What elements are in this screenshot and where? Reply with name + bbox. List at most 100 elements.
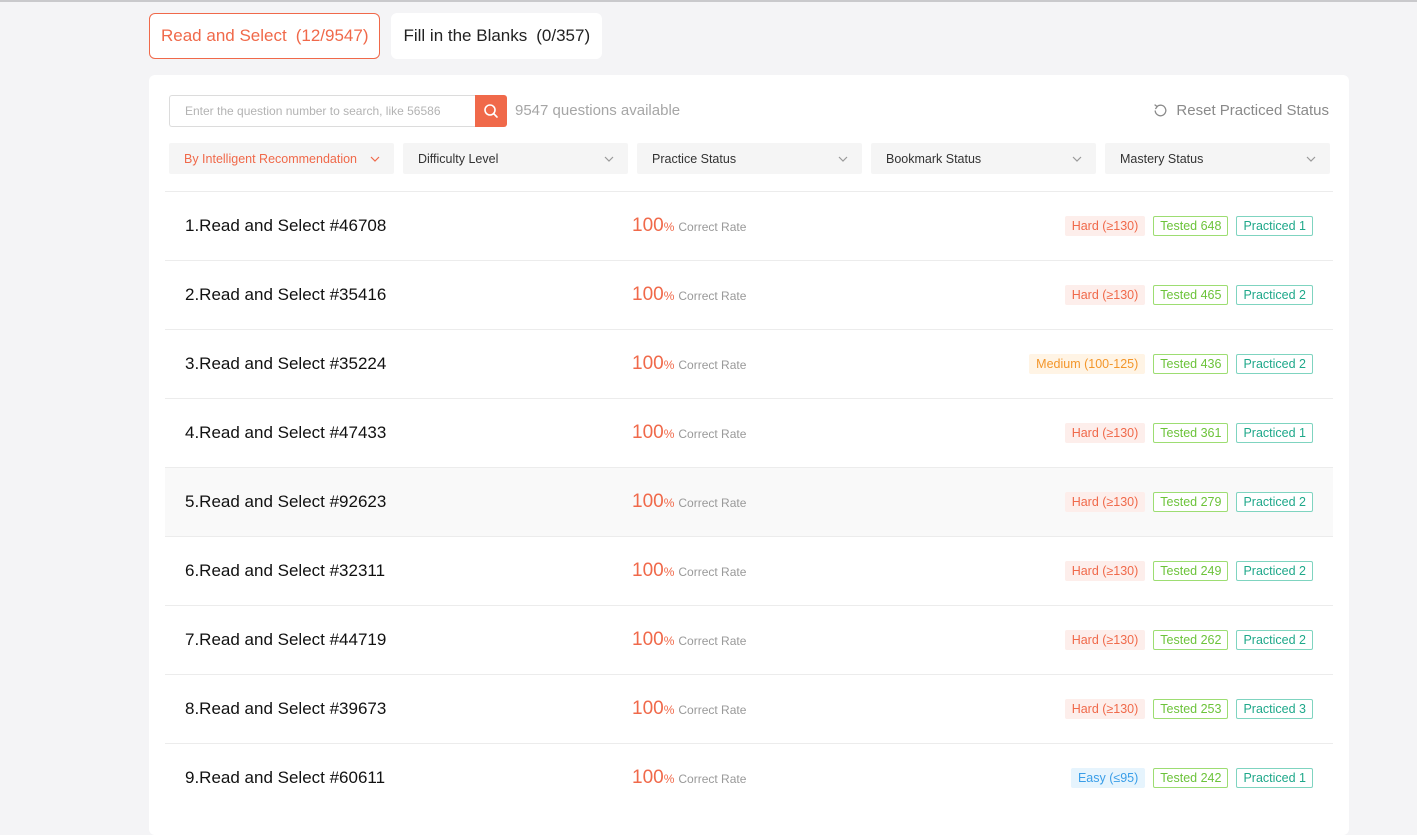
question-tags: Medium (100-125) Tested 436 Practiced 2	[1029, 354, 1313, 374]
correct-rate: 100% Correct Rate	[632, 284, 746, 306]
difficulty-badge: Hard (≥130)	[1064, 699, 1146, 719]
question-row[interactable]: 3.Read and Select #35224 100% Correct Rat…	[165, 329, 1333, 398]
correct-rate: 100% Correct Rate	[632, 422, 746, 444]
rate-label: Correct Rate	[678, 496, 747, 510]
difficulty-badge: Hard (≥130)	[1064, 285, 1146, 305]
difficulty-badge: Medium (100-125)	[1029, 354, 1146, 374]
question-row[interactable]: 4.Read and Select #47433 100% Correct Rat…	[165, 398, 1333, 467]
practiced-badge: Practiced 3	[1236, 699, 1313, 719]
tab-fill-in-the-blanks[interactable]: Fill in the Blanks (0/357)	[391, 13, 603, 59]
rate-label: Correct Rate	[678, 427, 747, 441]
question-row[interactable]: 1.Read and Select #46708 100% Correct Rat…	[165, 191, 1333, 260]
chevron-down-icon	[1306, 156, 1316, 162]
rate-percent: %	[663, 358, 675, 372]
reset-label: Reset Practiced Status	[1176, 102, 1329, 119]
rate-value: 100	[632, 629, 664, 650]
practiced-badge: Practiced 2	[1236, 285, 1313, 305]
question-tags: Hard (≥130) Tested 262 Practiced 2	[1064, 630, 1313, 650]
rate-percent: %	[663, 427, 675, 441]
rate-percent: %	[663, 565, 675, 579]
question-row[interactable]: 6.Read and Select #32311 100% Correct Rat…	[165, 536, 1333, 605]
question-tags: Hard (≥130) Tested 465 Practiced 2	[1064, 285, 1313, 305]
rate-value: 100	[632, 767, 664, 788]
bookmark-status-dropdown[interactable]: Bookmark Status	[871, 143, 1096, 174]
tested-badge: Tested 242	[1153, 768, 1229, 788]
rate-percent: %	[663, 496, 675, 510]
rate-percent: %	[663, 703, 675, 717]
dropdown-label: Mastery Status	[1120, 151, 1204, 166]
search-icon	[484, 104, 498, 118]
question-tags: Hard (≥130) Tested 648 Practiced 1	[1064, 216, 1313, 236]
rate-label: Correct Rate	[678, 634, 747, 648]
question-row[interactable]: 7.Read and Select #44719 100% Correct Rat…	[165, 605, 1333, 674]
tested-badge: Tested 465	[1153, 285, 1229, 305]
question-title: 2.Read and Select #35416	[185, 285, 387, 304]
search-input[interactable]	[169, 95, 475, 127]
question-list-card: 9547 questions available Reset Practiced…	[149, 75, 1349, 835]
reset-practiced-status-button[interactable]: Reset Practiced Status	[1152, 102, 1329, 119]
question-tags: Hard (≥130) Tested 361 Practiced 1	[1064, 423, 1313, 443]
tested-badge: Tested 253	[1153, 699, 1229, 719]
chevron-down-icon	[604, 156, 614, 162]
difficulty-badge: Hard (≥130)	[1064, 216, 1146, 236]
practiced-badge: Practiced 2	[1236, 492, 1313, 512]
dropdown-label: Bookmark Status	[886, 151, 982, 166]
correct-rate: 100% Correct Rate	[632, 560, 746, 582]
rate-value: 100	[632, 353, 664, 374]
correct-rate: 100% Correct Rate	[632, 353, 746, 375]
practiced-badge: Practiced 2	[1236, 561, 1313, 581]
correct-rate: 100% Correct Rate	[632, 698, 746, 720]
chevron-down-icon	[1072, 156, 1082, 162]
difficulty-level-dropdown[interactable]: Difficulty Level	[403, 143, 628, 174]
question-row[interactable]: 5.Read and Select #92623 100% Correct Rat…	[165, 467, 1333, 536]
question-title: 5.Read and Select #92623	[185, 492, 387, 511]
question-row[interactable]: 2.Read and Select #35416 100% Correct Rat…	[165, 260, 1333, 329]
practiced-badge: Practiced 1	[1236, 423, 1313, 443]
chevron-down-icon	[838, 156, 848, 162]
mastery-status-dropdown[interactable]: Mastery Status	[1105, 143, 1330, 174]
tab-label: Fill in the Blanks	[403, 26, 528, 45]
search-button[interactable]	[475, 95, 507, 127]
rate-percent: %	[663, 289, 675, 303]
question-title: 8.Read and Select #39673	[185, 699, 387, 718]
tested-badge: Tested 262	[1153, 630, 1229, 650]
question-row[interactable]: 9.Read and Select #60611 100% Correct Rat…	[165, 743, 1333, 812]
question-row[interactable]: 8.Read and Select #39673 100% Correct Rat…	[165, 674, 1333, 743]
sort-dropdown[interactable]: By Intelligent Recommendation	[169, 143, 394, 174]
correct-rate: 100% Correct Rate	[632, 767, 746, 789]
practiced-badge: Practiced 2	[1236, 630, 1313, 650]
questions-available-text: 9547 questions available	[515, 102, 681, 119]
rate-percent: %	[663, 772, 675, 786]
rate-label: Correct Rate	[678, 220, 747, 234]
correct-rate: 100% Correct Rate	[632, 629, 746, 651]
dropdown-label: Difficulty Level	[418, 151, 499, 166]
dropdown-label: Practice Status	[652, 151, 737, 166]
question-tags: Hard (≥130) Tested 279 Practiced 2	[1064, 492, 1313, 512]
rate-label: Correct Rate	[678, 772, 747, 786]
search-bar	[169, 95, 507, 127]
question-tags: Easy (≤95) Tested 242 Practiced 1	[1070, 768, 1313, 788]
tested-badge: Tested 361	[1153, 423, 1229, 443]
difficulty-badge: Hard (≥130)	[1064, 492, 1146, 512]
question-list: 1.Read and Select #46708 100% Correct Rat…	[165, 191, 1333, 812]
rate-value: 100	[632, 422, 664, 443]
question-title: 4.Read and Select #47433	[185, 423, 387, 442]
tab-count: (12/9547)	[295, 26, 369, 45]
question-tags: Hard (≥130) Tested 253 Practiced 3	[1064, 699, 1313, 719]
filter-bar: By Intelligent Recommendation Difficulty…	[169, 143, 1330, 174]
practiced-badge: Practiced 1	[1236, 216, 1313, 236]
rate-value: 100	[632, 698, 664, 719]
tested-badge: Tested 279	[1153, 492, 1229, 512]
practice-status-dropdown[interactable]: Practice Status	[637, 143, 862, 174]
reset-icon	[1154, 104, 1167, 117]
difficulty-badge: Hard (≥130)	[1064, 561, 1146, 581]
tested-badge: Tested 436	[1153, 354, 1229, 374]
rate-value: 100	[632, 215, 664, 236]
question-type-tabs: Read and Select (12/9547) Fill in the Bl…	[149, 13, 603, 59]
rate-value: 100	[632, 560, 664, 581]
rate-label: Correct Rate	[678, 703, 747, 717]
tab-label: Read and Select	[161, 26, 287, 45]
tested-badge: Tested 648	[1153, 216, 1229, 236]
tab-read-and-select[interactable]: Read and Select (12/9547)	[149, 13, 381, 59]
top-divider	[0, 0, 1417, 2]
